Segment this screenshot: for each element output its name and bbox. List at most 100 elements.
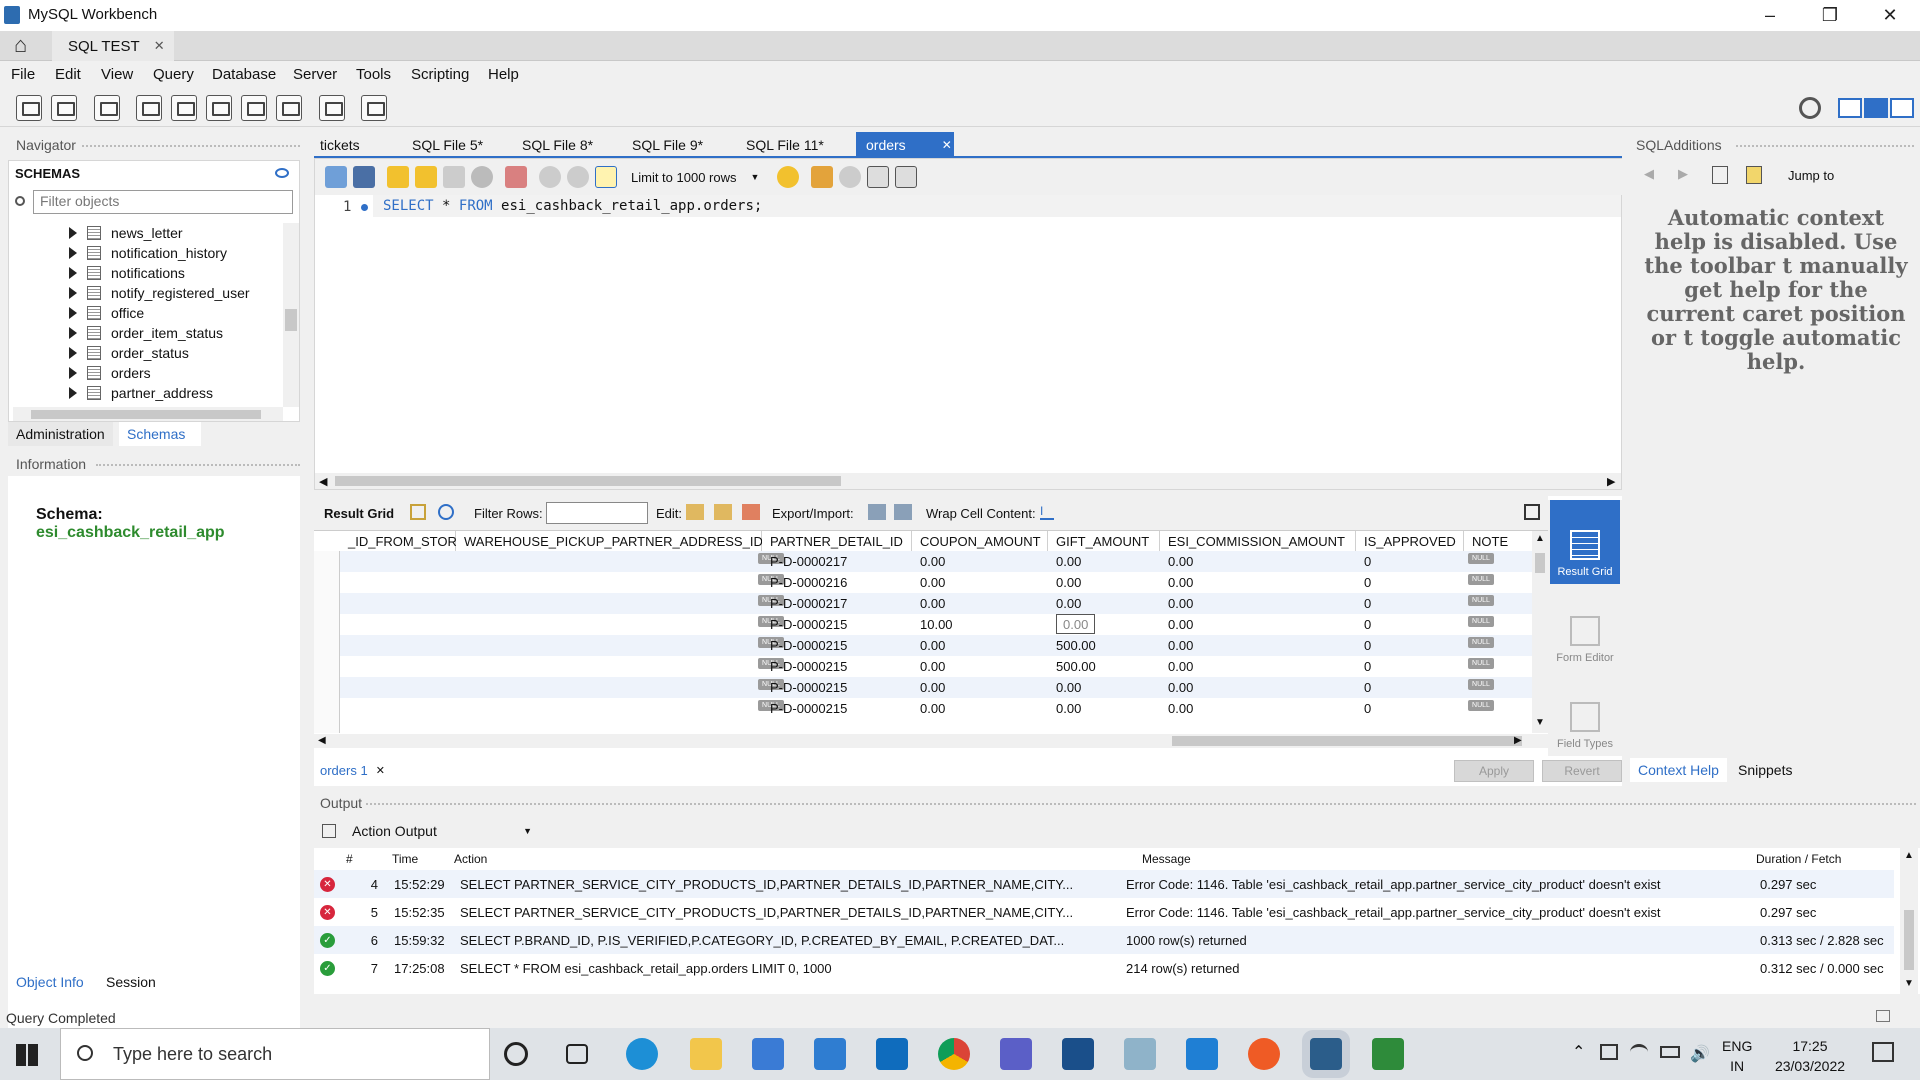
output-row[interactable]: ✕ 4 15:52:29 SELECT PARTNER_SERVICE_CITY_PR… [314,870,1894,898]
scrollbar-thumb[interactable] [285,309,297,331]
table-row[interactable]: NULL P-D-0000217 0.00 0.00 0.00 0 NULL [340,551,1532,572]
filter-objects-input[interactable]: Filter objects [33,190,293,214]
cell-partner-detail-id[interactable]: P-D-0000215 [770,698,847,719]
maximize-button[interactable]: ❐ [1800,0,1860,31]
create-table-icon[interactable] [171,95,197,121]
search-table-data-icon[interactable] [319,95,345,121]
tab-sql-file-5[interactable]: SQL File 5* [406,132,489,158]
teams-icon[interactable] [1000,1038,1032,1070]
cell-is-approved[interactable]: 0 [1364,698,1371,719]
cell-esi-commission-amount[interactable]: 0.00 [1168,698,1193,719]
expand-arrow-icon[interactable] [69,267,77,279]
cell-esi-commission-amount[interactable]: 0.00 [1168,656,1193,677]
tree-horizontal-scrollbar[interactable] [13,407,283,421]
limit-rows-select[interactable]: Limit to 1000 rows ▼ [625,167,765,187]
scroll-left-icon[interactable]: ◀ [319,475,327,488]
create-view-icon[interactable] [206,95,232,121]
column-header[interactable]: PARTNER_DETAIL_ID [762,531,912,551]
cell-is-approved[interactable]: 0 [1364,593,1371,614]
table-row[interactable]: NULL P-D-0000215 10.00 0.00 0.00 0 NULL [340,614,1532,635]
explain-icon[interactable] [443,166,465,188]
wrap-cell-icon[interactable]: I [1040,504,1054,520]
null-badge[interactable]: NULL [1468,595,1494,606]
tree-item-orders[interactable]: orders [69,363,151,383]
execute-current-icon[interactable] [415,166,437,188]
scrollbar-thumb[interactable] [31,410,261,419]
menu-edit[interactable]: Edit [55,66,81,83]
table-row[interactable]: NULL P-D-0000215 0.00 0.00 0.00 0 NULL [340,698,1532,719]
open-sql-script-icon[interactable] [51,95,77,121]
menu-scripting[interactable]: Scripting [411,66,469,83]
notes-icon[interactable] [1124,1038,1156,1070]
cell-coupon-amount[interactable]: 0.00 [920,656,945,677]
cell-esi-commission-amount[interactable]: 0.00 [1168,572,1193,593]
open-file-icon[interactable] [325,166,347,188]
expand-arrow-icon[interactable] [69,327,77,339]
cell-coupon-amount[interactable]: 0.00 [920,572,945,593]
menu-tools[interactable]: Tools [356,66,391,83]
back-arrow-icon[interactable]: ◀ [1644,166,1654,182]
menu-server[interactable]: Server [293,66,337,83]
reconnect-icon[interactable] [361,95,387,121]
tree-item-news-letter[interactable]: news_letter [69,223,183,243]
cell-is-approved[interactable]: 0 [1364,572,1371,593]
tab-snippets[interactable]: Snippets [1730,758,1800,782]
windows-start-icon[interactable] [16,1044,38,1066]
chrome-icon[interactable] [938,1038,970,1070]
toggle-errors-icon[interactable] [505,166,527,188]
result-grid-side-button[interactable]: Result Grid [1550,500,1620,584]
create-procedure-icon[interactable] [241,95,267,121]
mysql-workbench-icon[interactable] [1310,1038,1342,1070]
scrollbar-thumb[interactable] [1535,553,1545,573]
scroll-down-icon[interactable]: ▼ [1535,717,1545,728]
cell-partner-detail-id[interactable]: P-D-0000215 [770,635,847,656]
refresh-icon[interactable] [438,504,454,520]
cell-gift-amount[interactable]: 0.00 [1056,551,1081,572]
cell-coupon-amount[interactable]: 0.00 [920,551,945,572]
cell-coupon-amount[interactable]: 10.00 [920,614,953,635]
null-badge[interactable]: NULL [1468,553,1494,564]
preferences-gear-icon[interactable] [1799,97,1821,119]
result-tab-orders-1[interactable]: orders 1 ✕ [314,758,396,782]
menu-database[interactable]: Database [212,66,276,83]
scroll-up-icon[interactable]: ▲ [1904,850,1914,861]
expand-arrow-icon[interactable] [69,387,77,399]
cell-partner-detail-id[interactable]: P-D-0000217 [770,593,847,614]
rollback-icon[interactable] [567,166,589,188]
language-indicator[interactable]: ENG IN [1722,1036,1752,1076]
create-schema-icon[interactable] [136,95,162,121]
scrollbar-thumb[interactable] [335,476,841,486]
tab-object-info[interactable]: Object Info [8,970,92,994]
null-badge[interactable]: NULL [1468,700,1494,711]
toggle-panel-icon[interactable] [1524,504,1540,520]
expand-arrow-icon[interactable] [69,347,77,359]
table-row[interactable]: NULL P-D-0000215 0.00 0.00 0.00 0 NULL [340,677,1532,698]
null-badge[interactable]: NULL [1468,637,1494,648]
expand-arrow-icon[interactable] [69,287,77,299]
table-row[interactable]: NULL P-D-0000217 0.00 0.00 0.00 0 NULL [340,593,1532,614]
insert-row-icon[interactable] [714,504,732,520]
null-badge[interactable]: NULL [1468,574,1494,585]
close-tab-icon[interactable]: ✕ [376,764,385,777]
inspector-icon[interactable] [94,95,120,121]
network-icon[interactable] [1600,1044,1618,1060]
null-badge[interactable]: NULL [1468,658,1494,669]
cell-coupon-amount[interactable]: 0.00 [920,593,945,614]
revert-button[interactable]: Revert [1542,760,1622,782]
filter-rows-input[interactable] [546,502,648,524]
table-row[interactable]: NULL P-D-0000215 0.00 500.00 0.00 0 NULL [340,656,1532,677]
cell-esi-commission-amount[interactable]: 0.00 [1168,635,1193,656]
cell-coupon-amount[interactable]: 0.00 [920,698,945,719]
output-row[interactable]: ✓ 6 15:59:32 SELECT P.BRAND_ID, P.IS_VERIFI… [314,926,1894,954]
tab-sql-file-9[interactable]: SQL File 9* [626,132,709,158]
null-badge[interactable]: NULL [1468,679,1494,690]
field-types-side-button[interactable]: Field Types [1550,672,1620,756]
jump-to-label[interactable]: Jump to [1788,168,1834,183]
cell-gift-amount[interactable]: 0.00 [1056,572,1081,593]
cell-esi-commission-amount[interactable]: 0.00 [1168,551,1193,572]
expand-arrow-icon[interactable] [69,367,77,379]
cell-gift-amount[interactable]: 0.00 [1056,614,1096,634]
null-badge[interactable]: NULL [1468,616,1494,627]
toggle-sidebar-icon[interactable] [1838,98,1862,118]
file-explorer-icon[interactable] [690,1038,722,1070]
